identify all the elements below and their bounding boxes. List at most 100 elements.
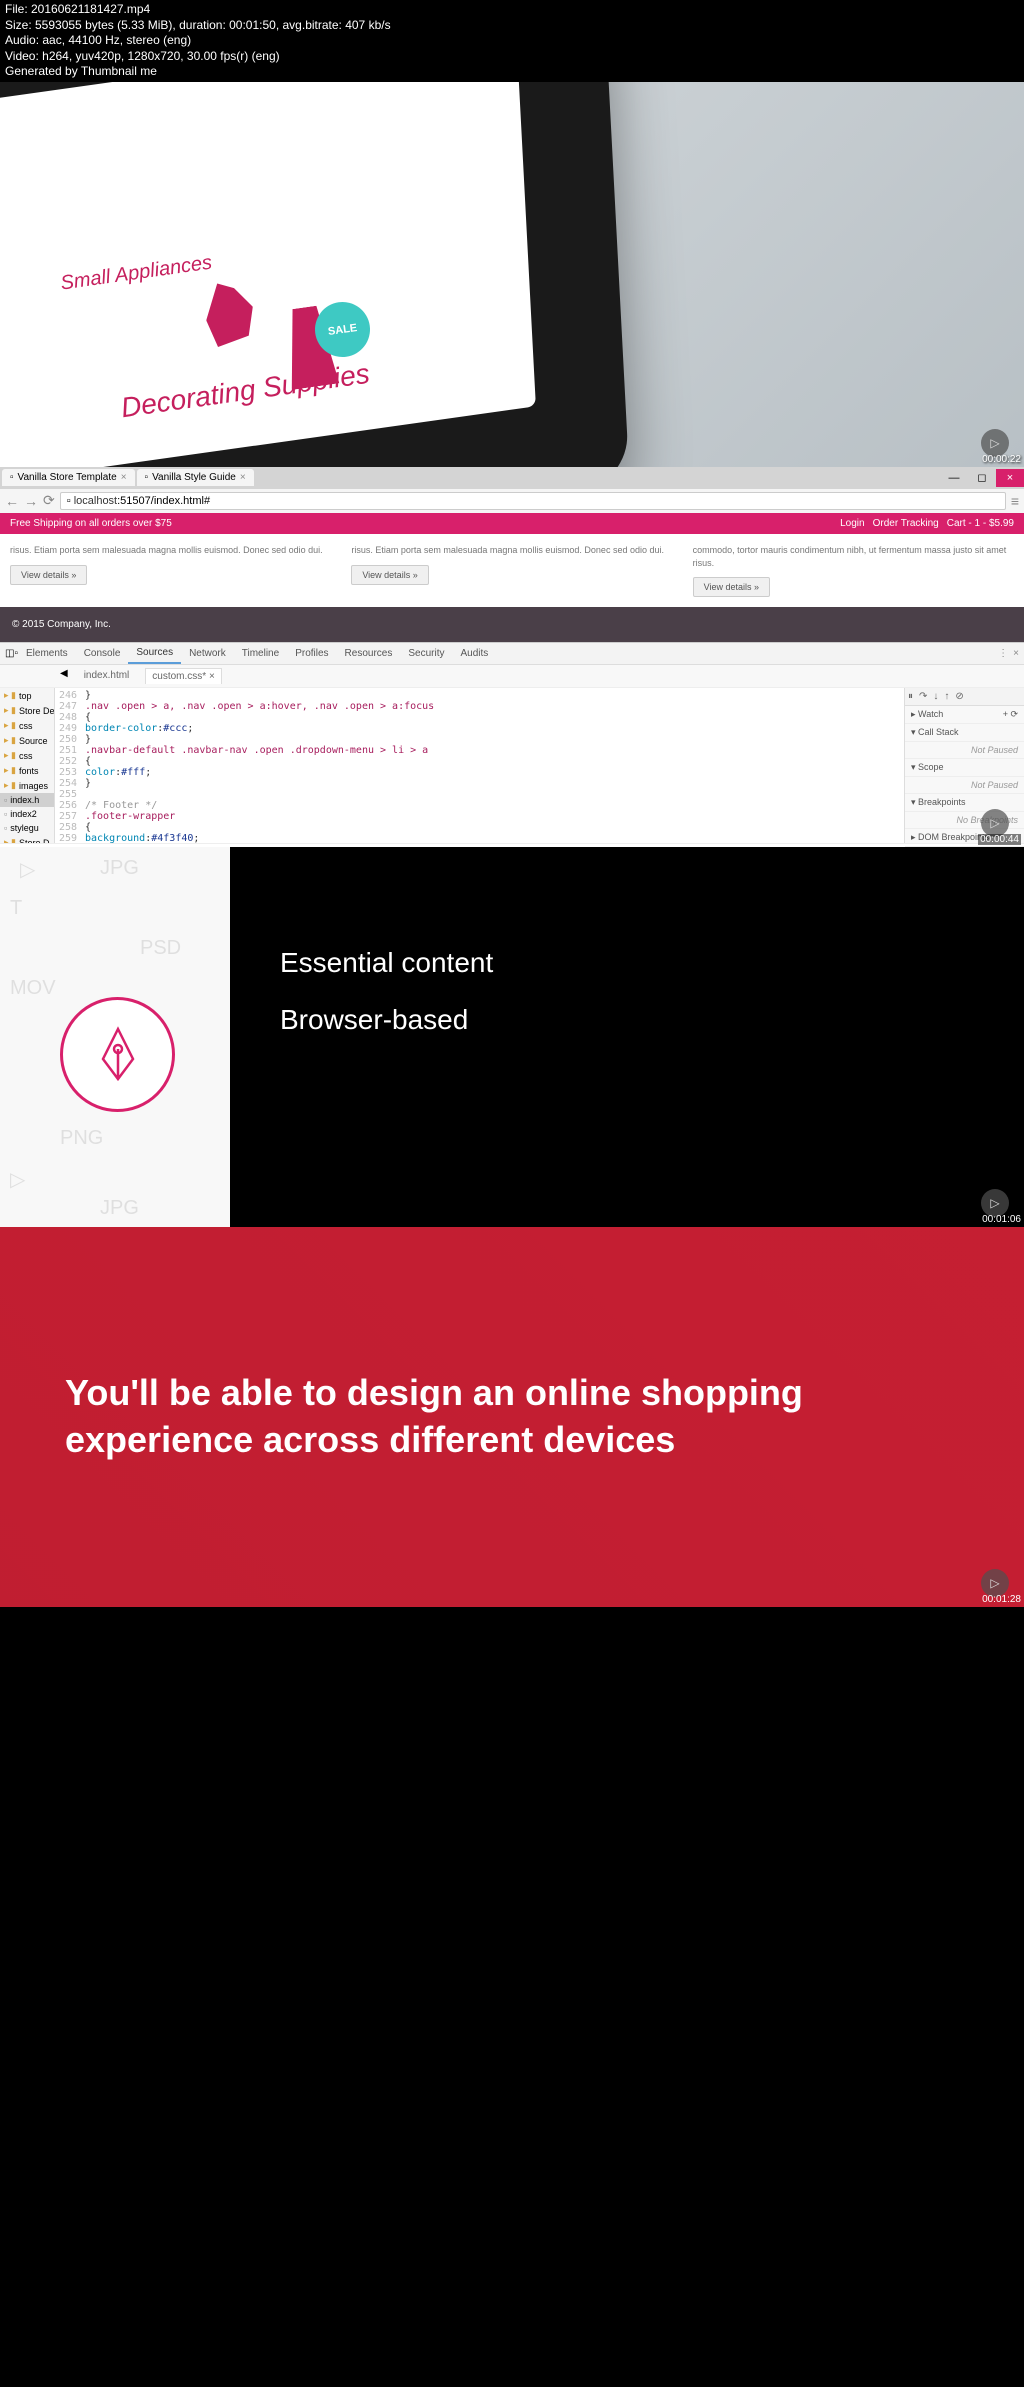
line-content: } — [85, 778, 91, 789]
code-line: 251.navbar-default .navbar-nav .open .dr… — [55, 745, 904, 756]
forward-button[interactable]: → — [24, 493, 38, 509]
product-card: risus. Etiam porta sem malesuada magna m… — [351, 544, 672, 597]
file-tree-item[interactable]: ▫index.h — [0, 793, 54, 807]
line-content: { — [85, 712, 91, 723]
close-button[interactable]: × — [996, 469, 1024, 487]
pen-tool-badge — [60, 997, 175, 1112]
file-tree-item[interactable]: ▸ ▮css — [0, 718, 54, 733]
file-icon: ▫ — [4, 795, 7, 805]
view-details-button[interactable]: View details » — [10, 565, 87, 585]
file-tree-item[interactable]: ▫stylegu — [0, 821, 54, 835]
not-paused-label: Not Paused — [905, 742, 1024, 759]
devtools-panel: ◫ ▫ Elements Console Sources Network Tim… — [0, 642, 1024, 860]
devtools-tab-sources[interactable]: Sources — [128, 643, 181, 664]
devtools-tab-audits[interactable]: Audits — [452, 644, 496, 663]
tracking-link[interactable]: Order Tracking — [873, 518, 939, 529]
code-line: 255 — [55, 789, 904, 800]
address-bar[interactable]: ▫ localhost:51507/index.html# — [60, 492, 1006, 510]
file-tree-item[interactable]: ▫index2 — [0, 807, 54, 821]
line-number: 246 — [55, 690, 85, 701]
folder-icon: ▸ ▮ — [4, 735, 16, 746]
play-icon[interactable]: ▷ — [981, 1189, 1009, 1217]
page-viewport: Free Shipping on all orders over $75 Log… — [0, 513, 1024, 642]
line-content: { — [85, 822, 91, 833]
close-icon[interactable]: × — [121, 472, 127, 483]
meta-size: Size: 5593055 bytes (5.33 MiB), duration… — [5, 18, 1019, 34]
product-card: commodo, tortor mauris condimentum nibh,… — [693, 544, 1014, 597]
file-name: Store D — [19, 838, 50, 844]
pause-icon[interactable]: ⏸ — [908, 691, 913, 702]
devtools-close-icon[interactable]: × — [1013, 648, 1019, 659]
close-icon[interactable]: × — [240, 472, 246, 483]
file-name: Source — [19, 736, 48, 746]
sidebar-toggle-icon[interactable]: ◀ — [60, 668, 68, 684]
devtools-tab-timeline[interactable]: Timeline — [234, 644, 287, 663]
breakpoints-section[interactable]: ▾ Breakpoints — [905, 794, 1024, 812]
folder-icon: ▸ ▮ — [4, 837, 16, 843]
file-tree-item[interactable]: ▸ ▮fonts — [0, 763, 54, 778]
code-editor[interactable]: 246}247.nav .open > a, .nav .open > a:ho… — [55, 688, 904, 843]
file-tree-item[interactable]: ▸ ▮images — [0, 778, 54, 793]
folder-icon: ▸ ▮ — [4, 750, 16, 761]
promo-text: Free Shipping on all orders over $75 — [10, 518, 172, 529]
source-tab-index[interactable]: index.html — [78, 668, 136, 684]
file-tree-item[interactable]: ▸ ▮Source — [0, 733, 54, 748]
thumbnail-frame-1: Small Appliances Decorating Supplies SAL… — [0, 82, 1024, 467]
view-details-button[interactable]: View details » — [351, 565, 428, 585]
page-icon: ▫ — [67, 495, 74, 507]
watch-section[interactable]: ▸ Watch + ⟳ — [905, 706, 1024, 724]
close-icon[interactable]: × — [209, 671, 215, 682]
file-name: css — [19, 721, 33, 731]
view-details-button[interactable]: View details » — [693, 577, 770, 597]
pen-nib-icon — [93, 1024, 143, 1084]
step-out-icon[interactable]: ↑ — [944, 691, 949, 702]
source-file-tabs: ◀ index.html custom.css* × — [0, 665, 1024, 688]
step-in-icon[interactable]: ↓ — [933, 691, 938, 702]
file-tree-item[interactable]: ▸ ▮Store D — [0, 835, 54, 843]
deactivate-icon[interactable]: ⊘ — [955, 691, 963, 702]
thumbnail-frame-3: ▷ JPG T PSD MOV PNG ▷ JPG Essential cont… — [0, 847, 1024, 1227]
devtools-tab-console[interactable]: Console — [76, 644, 129, 663]
menu-icon[interactable]: ≡ — [1011, 493, 1019, 509]
minimize-button[interactable]: — — [940, 469, 968, 487]
inspect-icon[interactable]: ◫ — [5, 648, 14, 659]
browser-tab-2[interactable]: ▫ Vanilla Style Guide × — [137, 469, 254, 486]
cart-link[interactable]: Cart - 1 - $5.99 — [947, 518, 1014, 529]
file-name: index2 — [10, 809, 37, 819]
file-tree-item[interactable]: ▸ ▮Store Des — [0, 703, 54, 718]
code-line: 248{ — [55, 712, 904, 723]
file-name: Store Des — [19, 706, 55, 716]
folder-icon: ▸ ▮ — [4, 780, 16, 791]
line-number: 252 — [55, 756, 85, 767]
play-icon[interactable]: ▷ — [981, 1569, 1009, 1597]
play-icon[interactable]: ▷ — [981, 809, 1009, 837]
source-tab-custom[interactable]: custom.css* × — [145, 668, 222, 684]
line-content: /* Footer */ — [85, 800, 157, 811]
reload-button[interactable]: ⟳ — [43, 492, 55, 509]
folder-icon: ▸ ▮ — [4, 720, 16, 731]
devtools-menu-icon[interactable]: ⋮ — [998, 648, 1008, 659]
file-tree-item[interactable]: ▸ ▮css — [0, 748, 54, 763]
step-over-icon[interactable]: ↷ — [919, 691, 927, 702]
maximize-button[interactable]: ◻ — [968, 469, 996, 487]
card-text: risus. Etiam porta sem malesuada magna m… — [351, 544, 672, 557]
code-line: 253 color:#fff; — [55, 767, 904, 778]
slide-bullet-2: Browser-based — [280, 1004, 974, 1036]
line-number: 257 — [55, 811, 85, 822]
callstack-section[interactable]: ▾ Call Stack — [905, 724, 1024, 742]
devtools-tab-profiles[interactable]: Profiles — [287, 644, 336, 663]
folder-icon: ▸ ▮ — [4, 705, 16, 716]
login-link[interactable]: Login — [840, 518, 864, 529]
line-number: 248 — [55, 712, 85, 723]
play-icon[interactable]: ▷ — [981, 429, 1009, 457]
browser-tab-1[interactable]: ▫ Vanilla Store Template × — [2, 469, 135, 486]
scope-section[interactable]: ▾ Scope — [905, 759, 1024, 777]
file-tree-item[interactable]: ▸ ▮top — [0, 688, 54, 703]
devtools-tab-network[interactable]: Network — [181, 644, 234, 663]
line-number: 258 — [55, 822, 85, 833]
back-button[interactable]: ← — [5, 493, 19, 509]
debugger-controls: ⏸ ↷ ↓ ↑ ⊘ — [905, 688, 1024, 706]
devtools-tab-elements[interactable]: Elements — [18, 644, 76, 663]
devtools-tab-resources[interactable]: Resources — [337, 644, 401, 663]
devtools-tab-security[interactable]: Security — [400, 644, 452, 663]
